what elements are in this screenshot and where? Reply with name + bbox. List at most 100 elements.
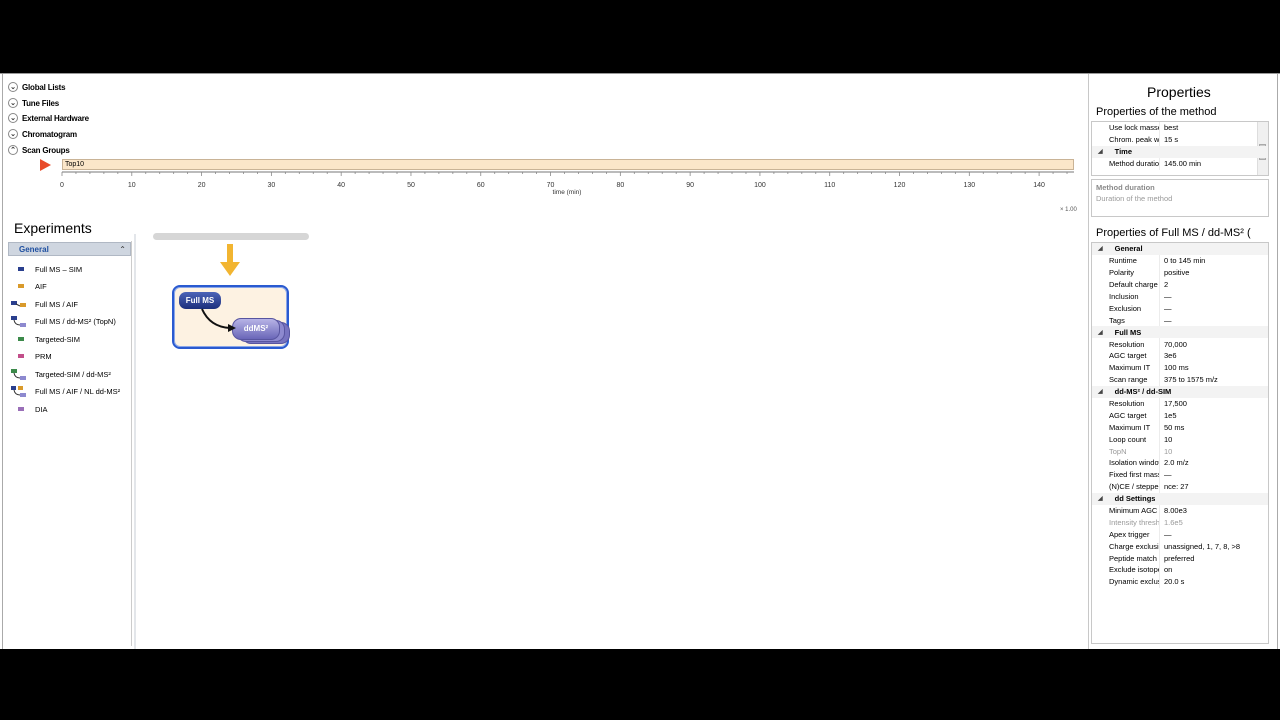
property-value[interactable]: 10 — [1159, 445, 1268, 458]
property-value[interactable]: — — [1159, 314, 1268, 327]
property-value[interactable]: on — [1159, 564, 1268, 576]
property-name: Runtime — [1109, 256, 1137, 266]
property-value[interactable]: 3e6 — [1159, 350, 1268, 362]
property-value[interactable]: 1.6e5 — [1159, 516, 1268, 529]
property-value[interactable]: 2 — [1159, 278, 1268, 291]
property-value[interactable]: unassigned, 1, 7, 8, >8 — [1159, 540, 1268, 553]
tick-label: 120 — [894, 182, 906, 189]
section-scan-groups[interactable]: ⌃ Scan Groups — [8, 143, 70, 157]
tick-label: 20 — [198, 182, 206, 189]
property-value[interactable]: nce: 27 — [1159, 480, 1268, 493]
property-category[interactable]: ◢ Full MS — [1092, 326, 1268, 339]
collapse-triangle-icon[interactable]: ◢ — [1098, 245, 1103, 252]
property-row[interactable]: Use lock massesbest — [1092, 122, 1268, 134]
property-value[interactable]: — — [1159, 290, 1268, 303]
property-value[interactable]: 375 to 1575 m/z — [1159, 373, 1268, 386]
property-row[interactable]: Exclusion — — [1092, 302, 1268, 315]
collapse-triangle-icon[interactable]: ◢ — [1098, 495, 1103, 502]
drop-target-bar[interactable] — [153, 233, 309, 240]
property-category[interactable]: ◢ dd-MS² / dd-SIM — [1092, 385, 1268, 398]
property-row[interactable]: Scan range 375 to 1575 m/z — [1092, 373, 1268, 386]
property-row[interactable]: Maximum IT 100 ms — [1092, 361, 1268, 374]
panel-splitter[interactable] — [134, 234, 136, 649]
property-row[interactable]: Peptide match preferred — [1092, 552, 1268, 565]
experiment-targeted-sim-ddms2[interactable]: Targeted-SIM / dd-MS² — [8, 367, 111, 381]
property-row[interactable]: Dynamic exclusion20.0 s — [1092, 575, 1268, 588]
time-axis: 0 10 20 30 40 50 60 70 80 90 100 110 120 130 140 time … — [60, 171, 1074, 212]
property-value[interactable]: 0 to 145 min — [1159, 254, 1268, 267]
property-value[interactable]: 50 ms — [1159, 421, 1268, 434]
property-row[interactable]: Inclusion — — [1092, 290, 1268, 303]
chevron-down-icon[interactable]: ⌄ — [8, 82, 18, 92]
property-value[interactable]: 145.00 min — [1159, 157, 1268, 170]
property-row[interactable]: Runtime 0 to 145 min — [1092, 254, 1268, 267]
property-row[interactable]: Maximum IT 50 ms — [1092, 421, 1268, 434]
experiments-group-general[interactable]: General ⌃ — [8, 242, 131, 256]
experiment-dia[interactable]: DIA — [8, 402, 48, 416]
property-row[interactable]: Charge exclusionunassigned, 1, 7, 8, >8 — [1092, 540, 1268, 553]
scan-group-play-icon[interactable] — [40, 159, 51, 171]
property-value[interactable]: 15 s — [1159, 133, 1268, 146]
collapse-triangle-icon[interactable]: ◢ — [1098, 388, 1103, 395]
method-property-grid[interactable]: Use lock massesbestChrom. peak width15 s… — [1091, 121, 1269, 176]
property-value[interactable]: 10 — [1159, 433, 1268, 446]
property-row[interactable]: Apex trigger — — [1092, 528, 1268, 541]
property-value[interactable]: preferred — [1159, 552, 1268, 565]
property-row[interactable]: Resolution 17,500 — [1092, 397, 1268, 410]
section-external-hardware[interactable]: ⌄ External Hardware — [8, 111, 89, 125]
property-row[interactable]: Fixed first mass — — [1092, 468, 1268, 481]
section-tune-files[interactable]: ⌄ Tune Files — [8, 96, 59, 110]
chevron-down-icon[interactable]: ⌄ — [8, 98, 18, 108]
section-chromatogram[interactable]: ⌄ Chromatogram — [8, 127, 77, 141]
experiment-targeted-sim[interactable]: Targeted-SIM — [8, 332, 80, 346]
description-text: Duration of the method — [1096, 194, 1173, 203]
experiment-property-grid[interactable]: ◢ General Runtime 0 to 145 min Polarity posit… — [1091, 242, 1269, 644]
property-row[interactable]: AGC target 3e6 — [1092, 350, 1268, 362]
property-row[interactable]: Loop count 10 — [1092, 433, 1268, 446]
property-row[interactable]: Exclude isotopeson — [1092, 564, 1268, 576]
property-value[interactable]: — — [1159, 468, 1268, 481]
property-value[interactable]: — — [1159, 528, 1268, 541]
property-row[interactable]: Chrom. peak width15 s — [1092, 133, 1268, 146]
property-value[interactable]: — — [1159, 302, 1268, 315]
property-value[interactable]: 8.00e3 — [1159, 504, 1268, 517]
experiment-full-ms-sim[interactable]: Full MS – SIM — [8, 262, 82, 276]
experiment-prm[interactable]: PRM — [8, 349, 52, 363]
property-name: Use lock masses — [1109, 123, 1159, 133]
property-row[interactable]: Default charge state2 — [1092, 278, 1268, 291]
experiment-node-full-ms-ddms2[interactable]: Full MS ddMS² — [172, 285, 290, 349]
property-value[interactable]: 70,000 — [1159, 338, 1268, 351]
property-row[interactable]: Minimum AGC target8.00e3 — [1092, 504, 1268, 517]
experiment-aif[interactable]: AIF — [8, 279, 47, 293]
property-value[interactable]: 20.0 s — [1159, 575, 1268, 588]
experiment-full-ms-ddms2[interactable]: Full MS / dd-MS² (TopN) — [8, 314, 116, 328]
collapse-triangle-icon[interactable]: ◢ — [1098, 329, 1103, 336]
chevron-down-icon[interactable]: ⌄ — [8, 113, 18, 123]
property-row[interactable]: Tags — — [1092, 314, 1268, 327]
property-value[interactable]: best — [1159, 122, 1268, 134]
collapse-triangle-icon[interactable]: ◢ — [1098, 148, 1103, 155]
property-category[interactable]: ◢ Time — [1092, 145, 1268, 158]
property-category[interactable]: ◢ dd Settings — [1092, 492, 1268, 505]
property-row[interactable]: Polarity positive — [1092, 266, 1268, 279]
property-row[interactable]: Method duration 145.00 min — [1092, 157, 1268, 170]
chevron-down-icon[interactable]: ⌄ — [8, 129, 18, 139]
property-value[interactable]: positive — [1159, 266, 1268, 279]
property-row[interactable]: TopN 10 — [1092, 445, 1268, 458]
collapse-icon[interactable]: ⌃ — [119, 245, 126, 254]
property-value[interactable]: 2.0 m/z — [1159, 457, 1268, 469]
property-row[interactable]: Intensity threshold1.6e5 — [1092, 516, 1268, 529]
property-row[interactable]: (N)CE / stepped ncence: 27 — [1092, 480, 1268, 493]
property-value[interactable]: 1e5 — [1159, 409, 1268, 422]
scan-group-bar[interactable]: Top10 — [62, 159, 1074, 170]
property-category[interactable]: ◢ General — [1092, 243, 1268, 255]
section-global-lists[interactable]: ⌄ Global Lists — [8, 80, 66, 94]
property-row[interactable]: Isolation window 2.0 m/z — [1092, 457, 1268, 469]
property-row[interactable]: Resolution 70,000 — [1092, 338, 1268, 351]
property-value[interactable]: 17,500 — [1159, 397, 1268, 410]
chevron-up-icon[interactable]: ⌃ — [8, 145, 18, 155]
property-value[interactable]: 100 ms — [1159, 361, 1268, 374]
experiment-full-ms-aif[interactable]: Full MS / AIF — [8, 297, 78, 311]
property-row[interactable]: AGC target 1e5 — [1092, 409, 1268, 422]
experiment-full-ms-aif-nl[interactable]: Full MS / AIF / NL dd-MS² — [8, 384, 120, 398]
